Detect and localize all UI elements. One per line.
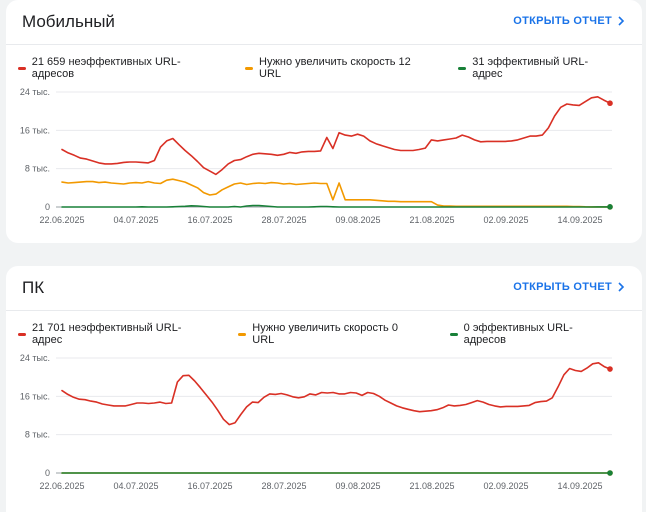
x-tick-label: 04.07.2025 (113, 481, 158, 491)
legend-item-effective[interactable]: 0 эффективных URL-адресов (449, 322, 614, 346)
legend-item-ineffective[interactable]: 21 659 неэффективных URL-адресов (18, 56, 217, 80)
open-report-label: ОТКРЫТЬ ОТЧЕТ (513, 281, 612, 293)
legend: 21 659 неэффективных URL-адресов Нужно у… (18, 56, 642, 80)
x-tick-label: 21.08.2025 (409, 481, 454, 491)
x-tick-label: 04.07.2025 (113, 215, 158, 225)
x-tick-label: 16.07.2025 (187, 481, 232, 491)
mobile-card: Мобильный ОТКРЫТЬ ОТЧЕТ 21 659 неэффекти… (6, 0, 642, 243)
y-tick-label: 24 тыс. (20, 87, 50, 97)
x-tick-label: 21.08.2025 (409, 215, 454, 225)
y-tick-label: 0 (45, 468, 50, 478)
y-tick-label: 16 тыс. (20, 125, 50, 135)
legend-swatch (18, 66, 26, 70)
x-tick-label: 28.07.2025 (261, 215, 306, 225)
open-report-button[interactable]: ОТКРЫТЬ ОТЧЕТ (513, 281, 626, 293)
legend-label: 21 701 неэффективный URL-адрес (31, 322, 182, 346)
x-tick-label: 14.09.2025 (557, 215, 602, 225)
x-tick-label: 02.09.2025 (483, 215, 528, 225)
y-tick-label: 8 тыс. (25, 164, 50, 174)
legend-item-effective[interactable]: 31 эффективный URL-адрес (458, 56, 614, 80)
divider (6, 44, 642, 45)
series-end-point (607, 366, 613, 372)
chevron-right-icon (618, 282, 625, 292)
legend-label: Нужно увеличить скорость 12 URL (259, 56, 411, 80)
y-tick-label: 24 тыс. (20, 353, 50, 363)
pc-card: ПК ОТКРЫТЬ ОТЧЕТ 21 701 неэффективный UR… (6, 266, 642, 512)
series-line (61, 95, 611, 176)
x-tick-label: 28.07.2025 (261, 481, 306, 491)
legend-swatch (449, 332, 458, 336)
legend-label: 31 эффективный URL-адрес (472, 56, 589, 80)
legend-label: 21 659 неэффективных URL-адресов (31, 56, 181, 80)
mobile-line-chart: 0 8 тыс. 16 тыс. 24 тыс. 22.06.2025 04.07.202… (20, 87, 613, 225)
legend-item-improve[interactable]: Нужно увеличить скорость 0 URL (238, 322, 421, 346)
x-tick-label: 02.09.2025 (483, 481, 528, 491)
series-end-point (607, 204, 613, 210)
legend-item-improve[interactable]: Нужно увеличить скорость 12 URL (245, 56, 430, 80)
legend: 21 701 неэффективный URL-адрес Нужно уве… (18, 322, 642, 346)
y-tick-label: 16 тыс. (20, 391, 50, 401)
legend-label: 0 эффективных URL-адресов (463, 322, 573, 346)
card-title: Мобильный (22, 12, 115, 31)
y-tick-label: 0 (45, 202, 50, 212)
x-tick-label: 09.08.2025 (335, 215, 380, 225)
x-tick-label: 22.06.2025 (39, 215, 84, 225)
legend-swatch (18, 332, 26, 336)
open-report-label: ОТКРЫТЬ ОТЧЕТ (513, 15, 612, 27)
open-report-button[interactable]: ОТКРЫТЬ ОТЧЕТ (513, 15, 626, 27)
card-title: ПК (22, 278, 45, 297)
x-tick-label: 14.09.2025 (557, 481, 602, 491)
series-end-point (607, 100, 613, 107)
series-end-point (607, 470, 613, 476)
series-line (61, 178, 611, 208)
x-tick-label: 22.06.2025 (39, 481, 84, 491)
legend-item-ineffective[interactable]: 21 701 неэффективный URL-адрес (18, 322, 210, 346)
x-tick-label: 09.08.2025 (335, 481, 380, 491)
series-line (61, 361, 611, 426)
legend-swatch (458, 66, 467, 70)
y-tick-label: 8 тыс. (25, 430, 50, 440)
x-tick-label: 16.07.2025 (187, 215, 232, 225)
pc-line-chart: 0 8 тыс. 16 тыс. 24 тыс. 22.06.2025 04.07.202… (20, 353, 613, 491)
divider (6, 310, 642, 311)
legend-swatch (238, 332, 247, 336)
legend-swatch (245, 66, 253, 70)
legend-label: Нужно увеличить скорость 0 URL (252, 322, 398, 346)
chevron-right-icon (618, 16, 625, 26)
